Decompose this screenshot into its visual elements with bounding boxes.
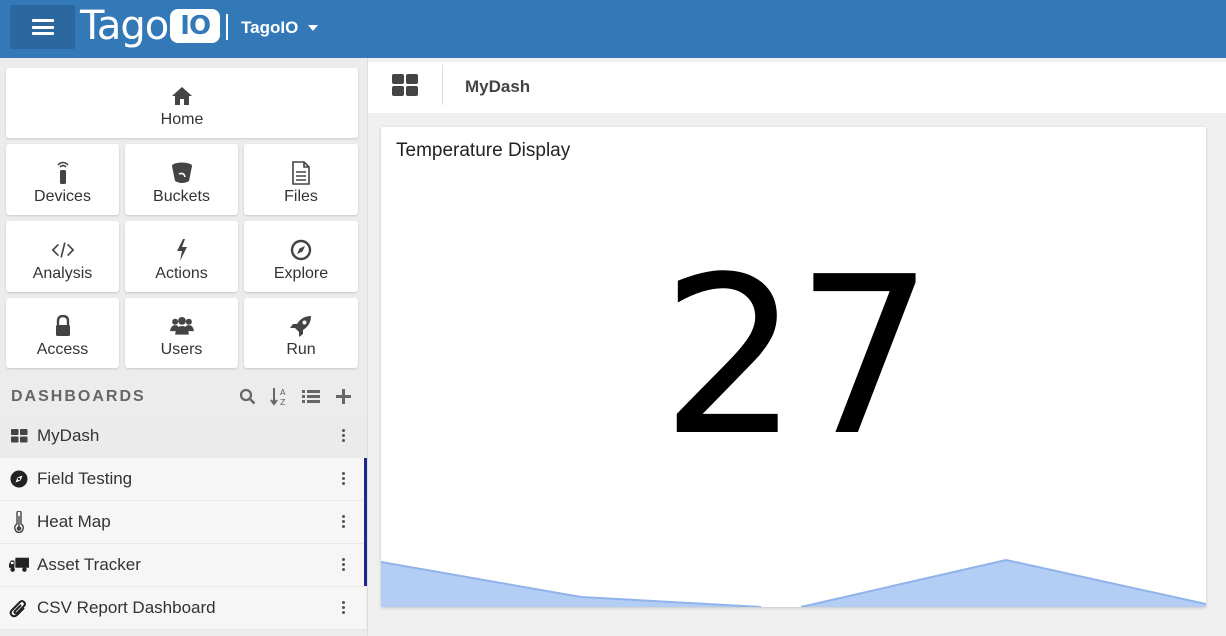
svg-text:Z: Z [280,398,286,406]
dashboard-item-label: MyDash [37,426,100,445]
menu-button[interactable] [10,5,75,49]
file-icon [289,161,313,185]
dashboard-item-heat-map[interactable]: Heat Map [0,501,366,544]
logo-text: Tago [80,3,169,49]
nav-tile-label: Files [284,188,318,205]
grid-icon [9,426,29,446]
nav-tile-label: Analysis [32,265,93,282]
nav-tile-access[interactable]: Access [6,298,119,368]
dashboard-item-csv-report[interactable]: CSV Report Dashboard [0,587,366,630]
dashboard-item-label: CSV Report Dashboard [37,598,216,617]
more-options-icon[interactable] [342,472,346,485]
sidebar: Home Devices Buckets Files Analysis Acti… [0,58,368,636]
more-options-icon[interactable] [342,429,346,442]
truck-icon [9,555,29,575]
account-name: TagoIO [241,18,299,37]
dashboard-item-mydash[interactable]: MyDash [0,415,366,458]
nav-tile-explore[interactable]: Explore [244,221,358,292]
account-selector[interactable]: TagoIO [241,18,319,38]
dashboard-item-field-testing[interactable]: Field Testing [0,458,366,501]
list-icon[interactable] [302,387,320,405]
device-icon [51,161,75,185]
top-bar: Tago IO TagoIO [0,0,1226,58]
nav-tile-run[interactable]: Run [244,298,358,368]
home-icon [170,84,194,108]
dashboard-title: MyDash [465,77,531,96]
plus-icon[interactable] [334,387,352,405]
lock-icon [51,314,75,338]
caret-down-icon [308,25,319,31]
dashboards-title: DASHBOARDS [11,388,146,405]
nav-tile-home[interactable]: Home [6,68,358,138]
sparkline-background [381,558,1206,607]
compass-icon [9,469,29,489]
nav-tile-devices[interactable]: Devices [6,144,119,215]
dashboard-header-bar: MyDash [368,62,1226,113]
tagoio-logo[interactable]: Tago IO [80,3,221,49]
more-options-icon[interactable] [342,601,346,614]
sort-alpha-icon[interactable]: AZ [270,387,288,406]
nav-tile-users[interactable]: Users [125,298,238,368]
rocket-icon [289,314,313,338]
dashboard-item-label: Asset Tracker [37,555,141,574]
logo-badge: IO [170,9,221,43]
compass-icon [289,238,313,262]
temperature-display-widget: Temperature Display 27 [381,127,1206,607]
dashboards-header: DASHBOARDS AZ [0,380,366,414]
nav-tile-actions[interactable]: Actions [125,221,238,292]
nav-tile-label: Access [36,341,89,358]
nav-tile-analysis[interactable]: Analysis [6,221,119,292]
nav-tile-label: Actions [155,265,208,282]
users-icon [169,314,194,338]
display-value: 27 [660,231,934,484]
thermometer-icon [9,511,29,533]
code-icon [51,238,75,262]
bolt-icon [170,238,194,262]
more-options-icon[interactable] [342,558,346,571]
logo-divider [226,14,228,40]
svg-text:A: A [280,388,286,397]
more-options-icon[interactable] [342,515,346,528]
dashboard-item-asset-tracker[interactable]: Asset Tracker [0,544,366,587]
nav-tile-label: Home [160,111,204,128]
bucket-icon [170,161,194,185]
nav-tile-label: Explore [273,265,329,282]
list-scroll-indicator[interactable] [364,458,367,586]
nav-tile-buckets[interactable]: Buckets [125,144,238,215]
widget-title: Temperature Display [396,140,571,161]
dashboard-item-label: Heat Map [37,512,111,531]
header-divider [442,65,443,105]
nav-tile-label: Run [286,341,316,358]
nav-tile-files[interactable]: Files [244,144,358,215]
nav-tile-label: Users [160,341,203,358]
nav-tile-label: Devices [34,188,91,205]
search-icon[interactable] [238,387,256,405]
hamburger-icon [31,19,54,35]
paperclip-icon [9,598,29,618]
nav-tile-label: Buckets [153,188,210,205]
dashboard-item-label: Field Testing [37,469,133,488]
dashboards-toolbar: AZ [238,387,352,406]
dashboard-grid-icon[interactable] [392,74,418,96]
